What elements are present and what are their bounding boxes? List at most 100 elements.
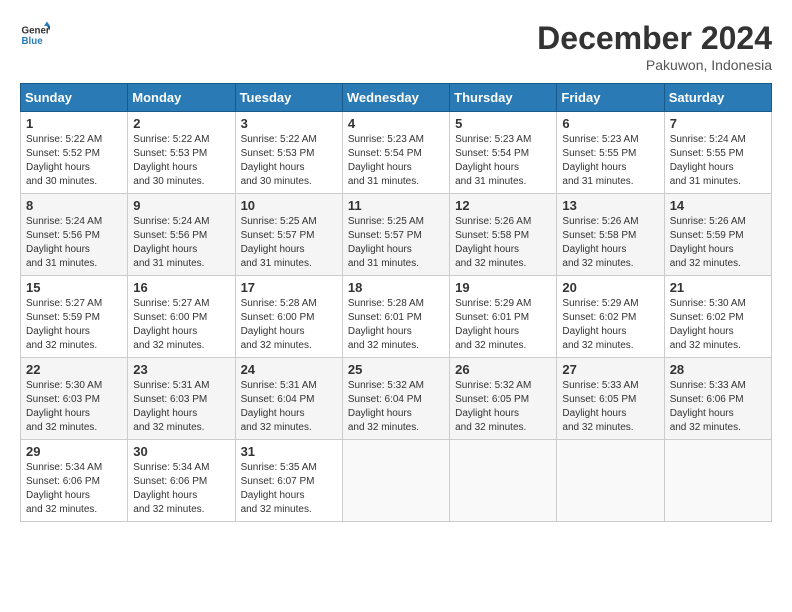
day-number: 13 bbox=[562, 198, 658, 213]
day-info: Sunrise: 5:26 AM Sunset: 5:59 PM Dayligh… bbox=[670, 215, 766, 271]
calendar-cell: 19 Sunrise: 5:29 AM Sunset: 6:01 PM Dayl… bbox=[450, 276, 557, 358]
day-number: 7 bbox=[670, 116, 766, 131]
day-number: 23 bbox=[133, 362, 229, 377]
day-number: 14 bbox=[670, 198, 766, 213]
svg-text:Blue: Blue bbox=[22, 36, 44, 47]
day-header-wednesday: Wednesday bbox=[342, 84, 449, 112]
day-number: 27 bbox=[562, 362, 658, 377]
calendar-cell: 9 Sunrise: 5:24 AM Sunset: 5:56 PM Dayli… bbox=[128, 194, 235, 276]
calendar-cell: 4 Sunrise: 5:23 AM Sunset: 5:54 PM Dayli… bbox=[342, 112, 449, 194]
day-info: Sunrise: 5:27 AM Sunset: 6:00 PM Dayligh… bbox=[133, 297, 229, 353]
day-info: Sunrise: 5:28 AM Sunset: 6:01 PM Dayligh… bbox=[348, 297, 444, 353]
calendar-cell: 31 Sunrise: 5:35 AM Sunset: 6:07 PM Dayl… bbox=[235, 440, 342, 522]
day-number: 9 bbox=[133, 198, 229, 213]
location: Pakuwon, Indonesia bbox=[537, 57, 772, 73]
calendar-cell: 17 Sunrise: 5:28 AM Sunset: 6:00 PM Dayl… bbox=[235, 276, 342, 358]
day-number: 24 bbox=[241, 362, 337, 377]
day-info: Sunrise: 5:28 AM Sunset: 6:00 PM Dayligh… bbox=[241, 297, 337, 353]
calendar-cell: 18 Sunrise: 5:28 AM Sunset: 6:01 PM Dayl… bbox=[342, 276, 449, 358]
day-info: Sunrise: 5:22 AM Sunset: 5:53 PM Dayligh… bbox=[133, 133, 229, 189]
week-row-1: 1 Sunrise: 5:22 AM Sunset: 5:52 PM Dayli… bbox=[21, 112, 772, 194]
day-info: Sunrise: 5:23 AM Sunset: 5:54 PM Dayligh… bbox=[348, 133, 444, 189]
calendar-cell: 28 Sunrise: 5:33 AM Sunset: 6:06 PM Dayl… bbox=[664, 358, 771, 440]
calendar-cell: 16 Sunrise: 5:27 AM Sunset: 6:00 PM Dayl… bbox=[128, 276, 235, 358]
day-number: 26 bbox=[455, 362, 551, 377]
day-info: Sunrise: 5:24 AM Sunset: 5:55 PM Dayligh… bbox=[670, 133, 766, 189]
logo: General Blue General Blue bbox=[20, 20, 50, 50]
calendar-cell: 1 Sunrise: 5:22 AM Sunset: 5:52 PM Dayli… bbox=[21, 112, 128, 194]
day-info: Sunrise: 5:25 AM Sunset: 5:57 PM Dayligh… bbox=[348, 215, 444, 271]
day-info: Sunrise: 5:26 AM Sunset: 5:58 PM Dayligh… bbox=[455, 215, 551, 271]
day-number: 21 bbox=[670, 280, 766, 295]
day-info: Sunrise: 5:29 AM Sunset: 6:02 PM Dayligh… bbox=[562, 297, 658, 353]
day-header-monday: Monday bbox=[128, 84, 235, 112]
day-info: Sunrise: 5:22 AM Sunset: 5:53 PM Dayligh… bbox=[241, 133, 337, 189]
day-info: Sunrise: 5:27 AM Sunset: 5:59 PM Dayligh… bbox=[26, 297, 122, 353]
calendar-cell bbox=[342, 440, 449, 522]
header-row: SundayMondayTuesdayWednesdayThursdayFrid… bbox=[21, 84, 772, 112]
calendar-cell: 23 Sunrise: 5:31 AM Sunset: 6:03 PM Dayl… bbox=[128, 358, 235, 440]
day-header-thursday: Thursday bbox=[450, 84, 557, 112]
calendar-cell: 2 Sunrise: 5:22 AM Sunset: 5:53 PM Dayli… bbox=[128, 112, 235, 194]
day-number: 4 bbox=[348, 116, 444, 131]
day-info: Sunrise: 5:31 AM Sunset: 6:04 PM Dayligh… bbox=[241, 379, 337, 435]
page-header: General Blue General Blue December 2024 … bbox=[20, 20, 772, 73]
day-info: Sunrise: 5:35 AM Sunset: 6:07 PM Dayligh… bbox=[241, 461, 337, 517]
day-number: 19 bbox=[455, 280, 551, 295]
day-number: 20 bbox=[562, 280, 658, 295]
calendar-cell: 14 Sunrise: 5:26 AM Sunset: 5:59 PM Dayl… bbox=[664, 194, 771, 276]
day-header-tuesday: Tuesday bbox=[235, 84, 342, 112]
day-info: Sunrise: 5:26 AM Sunset: 5:58 PM Dayligh… bbox=[562, 215, 658, 271]
day-number: 31 bbox=[241, 444, 337, 459]
calendar-cell: 21 Sunrise: 5:30 AM Sunset: 6:02 PM Dayl… bbox=[664, 276, 771, 358]
calendar-cell: 30 Sunrise: 5:34 AM Sunset: 6:06 PM Dayl… bbox=[128, 440, 235, 522]
day-number: 10 bbox=[241, 198, 337, 213]
day-header-sunday: Sunday bbox=[21, 84, 128, 112]
day-number: 1 bbox=[26, 116, 122, 131]
calendar-cell: 26 Sunrise: 5:32 AM Sunset: 6:05 PM Dayl… bbox=[450, 358, 557, 440]
day-info: Sunrise: 5:23 AM Sunset: 5:55 PM Dayligh… bbox=[562, 133, 658, 189]
title-block: December 2024 Pakuwon, Indonesia bbox=[537, 20, 772, 73]
day-number: 29 bbox=[26, 444, 122, 459]
calendar-cell: 29 Sunrise: 5:34 AM Sunset: 6:06 PM Dayl… bbox=[21, 440, 128, 522]
day-info: Sunrise: 5:25 AM Sunset: 5:57 PM Dayligh… bbox=[241, 215, 337, 271]
calendar-cell: 7 Sunrise: 5:24 AM Sunset: 5:55 PM Dayli… bbox=[664, 112, 771, 194]
day-number: 11 bbox=[348, 198, 444, 213]
week-row-5: 29 Sunrise: 5:34 AM Sunset: 6:06 PM Dayl… bbox=[21, 440, 772, 522]
day-number: 2 bbox=[133, 116, 229, 131]
day-info: Sunrise: 5:33 AM Sunset: 6:05 PM Dayligh… bbox=[562, 379, 658, 435]
day-info: Sunrise: 5:30 AM Sunset: 6:03 PM Dayligh… bbox=[26, 379, 122, 435]
day-number: 30 bbox=[133, 444, 229, 459]
calendar-table: SundayMondayTuesdayWednesdayThursdayFrid… bbox=[20, 83, 772, 522]
calendar-cell: 10 Sunrise: 5:25 AM Sunset: 5:57 PM Dayl… bbox=[235, 194, 342, 276]
calendar-cell bbox=[664, 440, 771, 522]
calendar-cell: 22 Sunrise: 5:30 AM Sunset: 6:03 PM Dayl… bbox=[21, 358, 128, 440]
calendar-cell: 13 Sunrise: 5:26 AM Sunset: 5:58 PM Dayl… bbox=[557, 194, 664, 276]
calendar-cell: 8 Sunrise: 5:24 AM Sunset: 5:56 PM Dayli… bbox=[21, 194, 128, 276]
day-info: Sunrise: 5:34 AM Sunset: 6:06 PM Dayligh… bbox=[133, 461, 229, 517]
day-number: 15 bbox=[26, 280, 122, 295]
day-number: 16 bbox=[133, 280, 229, 295]
month-title: December 2024 bbox=[537, 20, 772, 57]
calendar-cell: 27 Sunrise: 5:33 AM Sunset: 6:05 PM Dayl… bbox=[557, 358, 664, 440]
calendar-cell: 11 Sunrise: 5:25 AM Sunset: 5:57 PM Dayl… bbox=[342, 194, 449, 276]
day-info: Sunrise: 5:32 AM Sunset: 6:05 PM Dayligh… bbox=[455, 379, 551, 435]
calendar-cell: 3 Sunrise: 5:22 AM Sunset: 5:53 PM Dayli… bbox=[235, 112, 342, 194]
day-info: Sunrise: 5:30 AM Sunset: 6:02 PM Dayligh… bbox=[670, 297, 766, 353]
calendar-cell: 25 Sunrise: 5:32 AM Sunset: 6:04 PM Dayl… bbox=[342, 358, 449, 440]
day-info: Sunrise: 5:33 AM Sunset: 6:06 PM Dayligh… bbox=[670, 379, 766, 435]
day-info: Sunrise: 5:34 AM Sunset: 6:06 PM Dayligh… bbox=[26, 461, 122, 517]
calendar-cell: 24 Sunrise: 5:31 AM Sunset: 6:04 PM Dayl… bbox=[235, 358, 342, 440]
day-info: Sunrise: 5:31 AM Sunset: 6:03 PM Dayligh… bbox=[133, 379, 229, 435]
day-info: Sunrise: 5:22 AM Sunset: 5:52 PM Dayligh… bbox=[26, 133, 122, 189]
day-number: 3 bbox=[241, 116, 337, 131]
calendar-cell: 5 Sunrise: 5:23 AM Sunset: 5:54 PM Dayli… bbox=[450, 112, 557, 194]
week-row-4: 22 Sunrise: 5:30 AM Sunset: 6:03 PM Dayl… bbox=[21, 358, 772, 440]
day-number: 25 bbox=[348, 362, 444, 377]
logo-icon: General Blue bbox=[20, 20, 50, 50]
day-info: Sunrise: 5:29 AM Sunset: 6:01 PM Dayligh… bbox=[455, 297, 551, 353]
day-info: Sunrise: 5:24 AM Sunset: 5:56 PM Dayligh… bbox=[133, 215, 229, 271]
day-number: 17 bbox=[241, 280, 337, 295]
day-number: 12 bbox=[455, 198, 551, 213]
day-number: 28 bbox=[670, 362, 766, 377]
